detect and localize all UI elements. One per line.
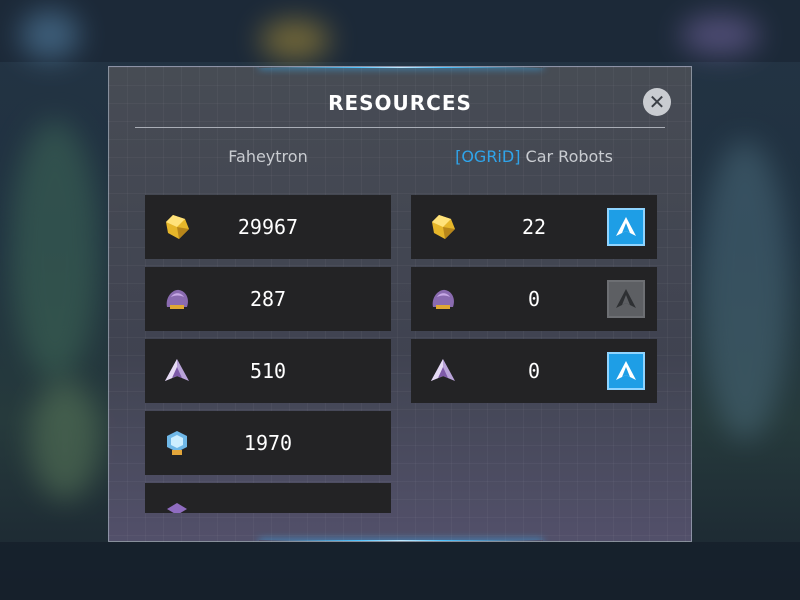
right-resource-value: 0 xyxy=(527,359,541,383)
resource-scroll-area[interactable]: 29967 287 510 1970 22 0 0 xyxy=(109,67,691,513)
violet-gem-icon xyxy=(167,503,187,513)
send-button-disabled[interactable] xyxy=(607,280,645,318)
right-resource-row-gold: 22 xyxy=(411,195,657,259)
send-arrow-icon xyxy=(616,217,636,236)
left-resource-value: 287 xyxy=(249,287,287,311)
right-resource-value: 22 xyxy=(521,215,547,239)
left-resource-value: 510 xyxy=(249,359,287,383)
send-arrow-icon xyxy=(616,361,636,380)
purple-ore-icon xyxy=(432,289,455,309)
background-bottom-bar xyxy=(0,542,800,600)
right-resource-row-ore: 0 xyxy=(411,267,657,331)
send-button[interactable] xyxy=(607,208,645,246)
dialog-bottom-glow xyxy=(259,540,543,541)
left-resource-value xyxy=(205,483,331,513)
right-resource-row-energon: 0 xyxy=(411,339,657,403)
resources-dialog: RESOURCES ✕ Faheytron [OGRiD] Car Robots… xyxy=(108,66,692,542)
send-arrow-icon xyxy=(616,289,636,308)
send-button[interactable] xyxy=(607,352,645,390)
left-resource-row-gem xyxy=(145,483,391,513)
purple-ore-icon xyxy=(166,289,189,309)
blue-core-icon xyxy=(167,431,187,455)
left-resource-value: 29967 xyxy=(237,215,299,239)
gold-crystal-icon xyxy=(166,215,189,239)
left-resource-row-core: 1970 xyxy=(145,411,391,475)
left-resource-row-ore: 287 xyxy=(145,267,391,331)
right-resource-value: 0 xyxy=(527,287,541,311)
gold-crystal-icon xyxy=(432,215,455,239)
energon-shard-icon xyxy=(165,359,189,381)
energon-shard-icon xyxy=(431,359,455,381)
left-resource-value: 1970 xyxy=(243,431,293,455)
left-resource-row-energon: 510 xyxy=(145,339,391,403)
left-resource-row-gold: 29967 xyxy=(145,195,391,259)
